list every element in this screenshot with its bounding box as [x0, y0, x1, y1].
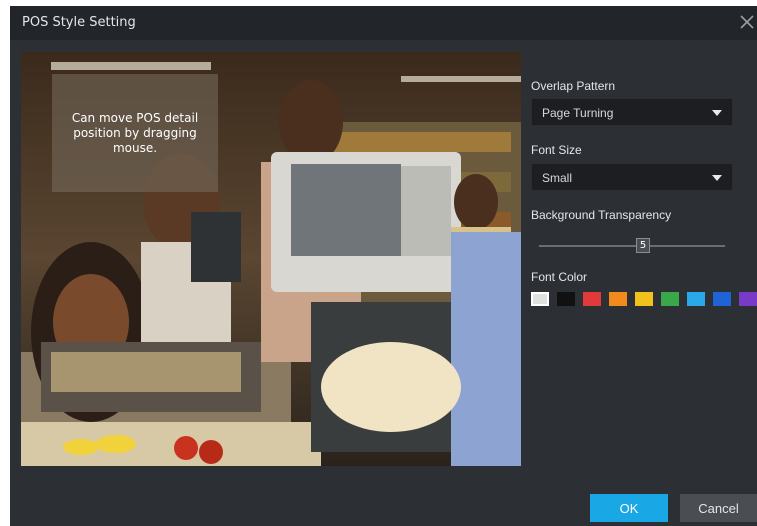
chevron-down-icon	[712, 175, 722, 181]
slider-track	[539, 245, 725, 247]
cancel-button[interactable]: Cancel	[680, 494, 757, 522]
overlap-pattern-label: Overlap Pattern	[531, 79, 616, 93]
background-transparency-label: Background Transparency	[531, 208, 672, 222]
pos-detail-overlay[interactable]: Can move POS detail position by dragging…	[52, 74, 218, 192]
color-swatch-green[interactable]	[661, 292, 679, 306]
pos-style-dialog: POS Style Setting Can move POS detail po…	[10, 6, 757, 526]
color-swatch-purple[interactable]	[739, 292, 757, 306]
close-icon[interactable]	[737, 12, 757, 32]
slider-thumb[interactable]: 5	[636, 238, 650, 253]
dialog-titlebar: POS Style Setting	[10, 6, 757, 40]
color-swatch-red[interactable]	[583, 292, 601, 306]
color-swatch-blue[interactable]	[713, 292, 731, 306]
font-color-swatches	[531, 292, 757, 306]
background-transparency-slider[interactable]: 5	[539, 237, 725, 257]
color-swatch-black[interactable]	[557, 292, 575, 306]
color-swatch-orange[interactable]	[609, 292, 627, 306]
ok-button[interactable]: OK	[590, 494, 668, 522]
pos-overlay-hint: Can move POS detail position by dragging…	[71, 111, 199, 155]
overlap-pattern-value: Page Turning	[542, 106, 614, 120]
color-swatch-yellow[interactable]	[635, 292, 653, 306]
color-swatch-white[interactable]	[531, 292, 549, 306]
dialog-title: POS Style Setting	[22, 15, 136, 30]
font-size-value: Small	[542, 171, 573, 185]
font-size-label: Font Size	[531, 143, 582, 157]
overlap-pattern-select[interactable]: Page Turning	[531, 98, 733, 126]
font-color-label: Font Color	[531, 270, 588, 284]
font-size-select[interactable]: Small	[531, 163, 733, 191]
color-swatch-light-blue[interactable]	[687, 292, 705, 306]
video-preview: Can move POS detail position by dragging…	[21, 52, 521, 466]
chevron-down-icon	[712, 110, 722, 116]
